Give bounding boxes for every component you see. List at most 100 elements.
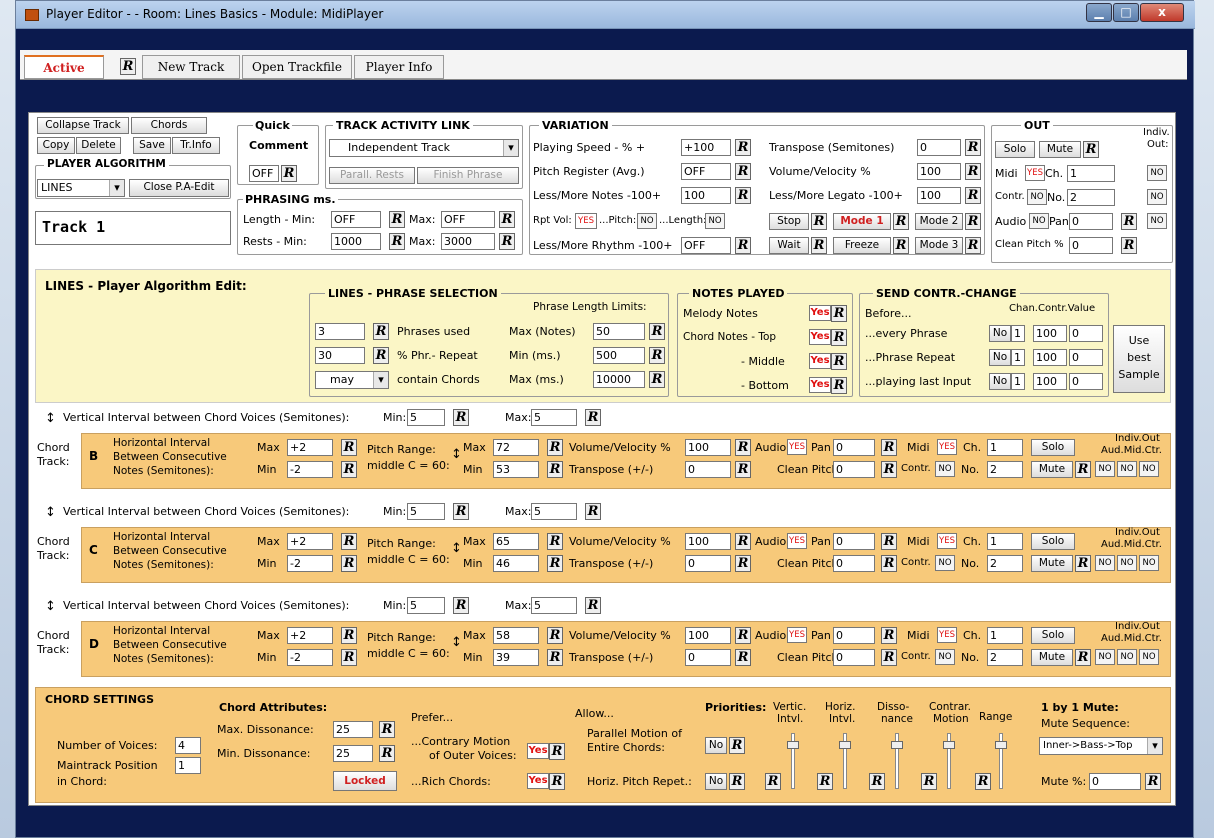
horizontal-min-input[interactable]: -2 <box>287 649 333 666</box>
transpose-r[interactable]: R <box>735 461 751 478</box>
vertical-interval-max-input[interactable]: 5 <box>531 597 577 614</box>
length-max-input[interactable]: OFF <box>441 211 495 228</box>
maximize-button[interactable]: □ <box>1113 3 1139 22</box>
horizontal-max-r[interactable]: R <box>341 439 357 456</box>
vertical-interval-max-r[interactable]: R <box>585 409 601 426</box>
pitch-register-r[interactable]: R <box>735 163 751 180</box>
stop-r[interactable]: R <box>811 213 827 230</box>
contrary-motion-toggle[interactable]: Yes <box>527 743 549 759</box>
volume-velocity-r[interactable]: R <box>735 533 751 550</box>
number-of-voices-input[interactable]: 4 <box>175 737 201 754</box>
pitch-min-r[interactable]: R <box>547 649 563 666</box>
transpose-r[interactable]: R <box>735 649 751 666</box>
volume-velocity-input[interactable]: 100 <box>685 439 731 456</box>
rests-max-r[interactable]: R <box>499 233 515 250</box>
close-button[interactable]: x <box>1140 3 1184 22</box>
transpose-input[interactable]: 0 <box>917 139 961 156</box>
priority-slider-thumb[interactable] <box>787 741 799 749</box>
range-slider-thumb[interactable] <box>995 741 1007 749</box>
transpose-r[interactable]: R <box>735 555 751 572</box>
midi-toggle[interactable]: YES <box>937 627 957 643</box>
rpt-vol-toggle[interactable]: YES <box>575 213 597 229</box>
clean-pitch-input[interactable]: 0 <box>833 461 875 478</box>
melody-notes-toggle[interactable]: Yes <box>809 305 831 321</box>
close-pa-edit-button[interactable]: Close P.A-Edit <box>129 179 229 197</box>
solo-button[interactable]: Solo <box>1031 627 1075 644</box>
pitch-min-r[interactable]: R <box>547 461 563 478</box>
pitch-max-input[interactable]: 72 <box>493 439 539 456</box>
comment-r-button[interactable]: R <box>281 165 297 182</box>
phrase-repeat-cc-contr[interactable]: 100 <box>1033 349 1067 366</box>
stop-button[interactable]: Stop <box>769 213 809 230</box>
phrase-repeat-cc-ch[interactable]: 1 <box>1011 349 1025 366</box>
less-more-notes-r[interactable]: R <box>735 187 751 204</box>
mode1-button[interactable]: Mode 1 <box>833 213 891 230</box>
vertical-interval-min-r[interactable]: R <box>453 409 469 426</box>
horizontal-min-input[interactable]: -2 <box>287 555 333 572</box>
priority-r[interactable]: R <box>869 773 885 790</box>
chord-bottom-r[interactable]: R <box>831 377 847 394</box>
rpt-pitch-toggle[interactable]: NO <box>637 213 657 229</box>
indiv-midi-toggle[interactable]: NO <box>1147 165 1167 181</box>
less-more-notes-input[interactable]: 100 <box>681 187 731 204</box>
last-input-ch[interactable]: 1 <box>1011 373 1025 390</box>
tab-player-info[interactable]: Player Info <box>354 55 444 79</box>
min-ms-input[interactable]: 500 <box>593 347 645 364</box>
horizontal-max-input[interactable]: +2 <box>287 627 333 644</box>
mute-button[interactable]: Mute <box>1031 555 1073 572</box>
pan-input[interactable]: 0 <box>833 627 875 644</box>
every-phrase-ch[interactable]: 1 <box>1011 325 1025 342</box>
indiv-midi-toggle[interactable]: NO <box>1117 555 1137 571</box>
pitch-max-r[interactable]: R <box>547 533 563 550</box>
contr-no-input[interactable]: 2 <box>1067 189 1115 206</box>
active-r-button[interactable]: R <box>120 58 136 75</box>
mute-pct-r[interactable]: R <box>1145 773 1161 790</box>
chord-middle-r[interactable]: R <box>831 353 847 370</box>
freeze-r[interactable]: R <box>893 237 909 254</box>
vertical-interval-max-input[interactable]: 5 <box>531 503 577 520</box>
save-button[interactable]: Save <box>133 137 171 154</box>
clean-pitch-input[interactable]: 0 <box>833 649 875 666</box>
horizontal-min-r[interactable]: R <box>341 649 357 666</box>
vertical-interval-max-r[interactable]: R <box>585 503 601 520</box>
indiv-ctr-toggle[interactable]: NO <box>1139 555 1159 571</box>
transpose-input[interactable]: 0 <box>685 555 731 572</box>
priority-r[interactable]: R <box>921 773 937 790</box>
midi-toggle[interactable]: YES <box>937 533 957 549</box>
collapse-track-button[interactable]: Collapse Track <box>37 117 129 134</box>
horizontal-max-r[interactable]: R <box>341 533 357 550</box>
last-input-toggle[interactable]: No <box>989 373 1011 390</box>
indiv-ctr-toggle[interactable]: NO <box>1139 649 1159 665</box>
horizontal-min-r[interactable]: R <box>341 555 357 572</box>
parallel-rests-button[interactable]: Parall. Rests <box>329 167 415 184</box>
audio-toggle[interactable]: NO <box>1029 213 1049 229</box>
midi-toggle[interactable]: YES <box>1025 165 1045 181</box>
pitch-min-r[interactable]: R <box>547 555 563 572</box>
mode3-r[interactable]: R <box>965 237 981 254</box>
ch-input[interactable]: 1 <box>987 627 1023 644</box>
indiv-audio-toggle[interactable]: NO <box>1095 649 1115 665</box>
transpose-input[interactable]: 0 <box>685 649 731 666</box>
phrase-repeat-r[interactable]: R <box>373 347 389 364</box>
pitch-max-input[interactable]: 65 <box>493 533 539 550</box>
finish-phrase-button[interactable]: Finish Phrase <box>417 167 519 184</box>
max-notes-r[interactable]: R <box>649 323 665 340</box>
indiv-midi-toggle[interactable]: NO <box>1117 649 1137 665</box>
solo-button[interactable]: Solo <box>995 141 1035 158</box>
no-input[interactable]: 2 <box>987 555 1023 572</box>
pan-r[interactable]: R <box>881 627 897 644</box>
legato-input[interactable]: 100 <box>917 187 961 204</box>
phrase-repeat-cc-toggle[interactable]: No <box>989 349 1011 366</box>
horizontal-max-input[interactable]: +2 <box>287 533 333 550</box>
locked-button[interactable]: Locked <box>333 771 397 791</box>
speed-input[interactable]: +100 <box>681 139 731 156</box>
may-select[interactable]: may <box>315 371 389 389</box>
volume-velocity-input[interactable]: 100 <box>685 533 731 550</box>
max-ms-input[interactable]: 10000 <box>593 371 645 388</box>
volume-velocity-input[interactable]: 100 <box>685 627 731 644</box>
pitch-min-input[interactable]: 46 <box>493 555 539 572</box>
clean-pitch-input[interactable]: 0 <box>833 555 875 572</box>
horiz-pitch-repet-toggle[interactable]: No <box>705 773 727 790</box>
max-dissonance-r[interactable]: R <box>379 721 395 738</box>
mode1-r[interactable]: R <box>893 213 909 230</box>
